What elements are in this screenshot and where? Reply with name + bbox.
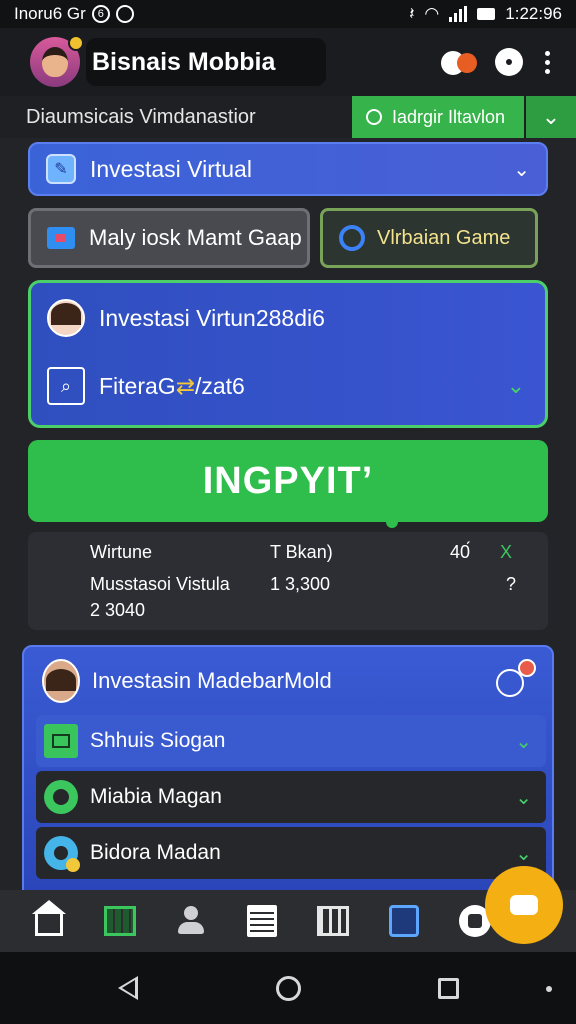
- status-left-text: Inoru6 Gr: [14, 4, 86, 23]
- list-item[interactable]: Bidora Madan ⌄: [36, 827, 546, 879]
- stat-amount: 40́: [450, 542, 471, 562]
- more-icon[interactable]: [541, 50, 554, 74]
- investment-dropdown-label: Investasi Virtual: [90, 155, 252, 182]
- primary-cta-button[interactable]: INGPYIT’: [28, 440, 548, 528]
- status-time: 1:22:96: [505, 4, 562, 23]
- screen-icon: [47, 227, 75, 249]
- pencil-icon: ✎: [46, 154, 76, 184]
- target-icon: [339, 225, 365, 251]
- avatar-face: [42, 47, 68, 77]
- battery-icon: [477, 8, 496, 20]
- chart-icon[interactable]: [103, 904, 137, 938]
- home-circle-icon[interactable]: [276, 976, 301, 1001]
- stat-value: T Bkan): [270, 542, 333, 562]
- sub-bar-label: Diaumsicais Vimdanastior: [26, 105, 256, 128]
- calendar-icon[interactable]: [387, 904, 421, 938]
- dot-icon: [546, 986, 552, 992]
- search-button[interactable]: Iadrgir Iltavlon: [352, 96, 524, 138]
- chevron-down-icon: ⌄: [515, 786, 532, 809]
- list-item[interactable]: Miabia Magan ⌄: [36, 771, 546, 823]
- stat-label: Wirtune: [90, 542, 153, 562]
- list-item-label: Shhuis Siogan: [90, 729, 226, 752]
- status-notification-icon: 6: [91, 5, 110, 23]
- chat-fab-button[interactable]: [485, 866, 563, 944]
- recents-icon[interactable]: [438, 978, 459, 999]
- search-icon: [366, 109, 382, 125]
- document-icon[interactable]: [245, 904, 279, 938]
- investment-card[interactable]: Investasi Virtun288di6 ⌕ FiteraG⇄/zat6 ⌄: [28, 280, 548, 428]
- wifi-icon: ◠: [424, 4, 440, 23]
- folder-icon: [44, 724, 78, 758]
- investment-list-panel: Investasin MadebarMold Shhuis Siogan ⌄ M…: [22, 645, 554, 905]
- help-icon[interactable]: ?: [506, 574, 516, 595]
- coin-icon: [44, 836, 80, 872]
- status-app-icon: [115, 5, 134, 23]
- chevron-down-icon[interactable]: ⌄: [507, 373, 525, 399]
- investor-avatar: [47, 299, 85, 337]
- home-icon[interactable]: [32, 900, 66, 938]
- list-item-label: Miabia Magan: [90, 785, 222, 808]
- stat-label: 2 3040: [90, 600, 146, 620]
- mascot-icon[interactable]: [441, 47, 477, 77]
- filter-icon: ⌕: [47, 367, 85, 405]
- grid-icon[interactable]: [316, 904, 350, 938]
- app-title: Bisnais Mobbia: [86, 38, 326, 86]
- chevron-down-icon: ⌄: [515, 730, 532, 753]
- close-icon[interactable]: X: [500, 542, 512, 563]
- status-bar: Inoru6 Gr 6 𝄽 ◠ 1:22:96: [0, 0, 576, 28]
- back-icon[interactable]: [118, 976, 138, 1000]
- list-item[interactable]: Shhuis Siogan ⌄: [36, 715, 546, 767]
- market-button[interactable]: Maly iosk Mamt Gaap: [28, 208, 310, 268]
- avatar[interactable]: [30, 35, 84, 87]
- stats-panel: Wirtune T Bkan) 40́ X Musstasoi Vistula …: [28, 532, 548, 630]
- chevron-down-icon: ⌄: [515, 842, 532, 865]
- chart-arrows-icon: ⇄: [175, 372, 195, 399]
- circle-menu-icon[interactable]: [495, 48, 523, 76]
- stat-label: Musstasoi Vistula: [90, 574, 230, 594]
- list-item-label: Bidora Madan: [90, 841, 221, 864]
- leaf-icon: [44, 780, 78, 814]
- chat-icon: [510, 895, 538, 915]
- market-button-label: Maly iosk Mamt Gaap: [89, 225, 302, 250]
- chevron-down-icon[interactable]: ⌄: [526, 96, 576, 138]
- app-bar: Bisnais Mobbia: [0, 28, 576, 96]
- list-header: Investasin MadebarMold: [42, 659, 542, 703]
- search-button-label: Iadrgir Iltavlon: [392, 106, 506, 127]
- list-avatar: [42, 659, 80, 703]
- investment-dropdown[interactable]: ✎ Investasi Virtual ⌄: [28, 142, 548, 196]
- signal-icon: [449, 6, 468, 22]
- stat-value: 1 3,300: [270, 574, 331, 594]
- game-button[interactable]: Vlrbaian Game: [320, 208, 538, 268]
- list-header-title: Investasin MadebarMold: [92, 668, 332, 693]
- avatar-badge: [68, 35, 84, 51]
- filter-label: FiteraG⇄/zat6: [99, 372, 245, 399]
- system-navigation-bar: [0, 952, 576, 1024]
- investment-card-title: Investasi Virtun288di6: [99, 304, 325, 331]
- chevron-down-icon: ⌄: [513, 158, 530, 181]
- notification-badge: [518, 659, 536, 677]
- mute-icon: 𝄽: [409, 4, 415, 23]
- game-button-label: Vlrbaian Game: [377, 226, 511, 249]
- profile-icon[interactable]: [174, 904, 208, 938]
